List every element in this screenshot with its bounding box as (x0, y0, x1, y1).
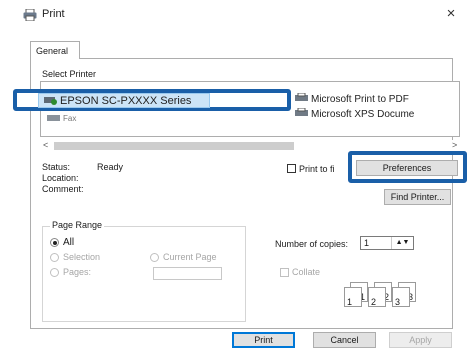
comment-label: Comment: (42, 184, 84, 194)
tab-general[interactable]: General (30, 41, 80, 59)
fax-icon (47, 115, 60, 121)
cancel-button[interactable]: Cancel (313, 332, 376, 348)
scroll-right-icon[interactable]: > (452, 140, 457, 150)
radio-pages[interactable] (50, 268, 59, 277)
page-front: 1 (344, 287, 362, 307)
preferences-highlight (348, 151, 467, 183)
status-label: Status: (42, 162, 71, 172)
printer-icon (23, 9, 37, 21)
printer-item[interactable]: Microsoft XPS Docume (295, 108, 414, 120)
radio-all[interactable] (50, 238, 59, 247)
print-to-file-checkbox[interactable] (287, 164, 296, 173)
spin-updown-icon[interactable]: ▲▼ (391, 237, 413, 249)
printer-default-icon (44, 97, 57, 105)
printer-name: Fax (63, 114, 77, 123)
printer-icon (295, 93, 308, 101)
print-to-file-label: Print to fi (299, 164, 335, 174)
pages-label: Pages: (63, 267, 92, 277)
copies-label: Number of copies: (275, 239, 349, 249)
collate-label: Collate (292, 267, 321, 277)
printer-item[interactable]: Microsoft Print to PDF (295, 93, 409, 105)
collate-checkbox[interactable] (280, 268, 289, 277)
window-title: Print (42, 8, 65, 20)
pages-input[interactable] (153, 267, 222, 280)
page-front: 3 (392, 287, 410, 307)
scroll-left-icon[interactable]: < (43, 140, 48, 150)
page-front: 2 (368, 287, 386, 307)
apply-button[interactable]: Apply (389, 332, 452, 348)
title-bar: Print × (0, 0, 471, 30)
printer-icon (295, 108, 308, 116)
selection-label: Selection (63, 252, 101, 262)
footer: Print Cancel Apply (0, 330, 471, 349)
current-page-label: Current Page (163, 252, 217, 262)
scroll-thumb[interactable] (54, 142, 294, 150)
all-label: All (63, 237, 75, 248)
find-printer-button[interactable]: Find Printer... (384, 189, 451, 205)
copies-stepper[interactable]: 1 ▲▼ (360, 236, 414, 250)
printer-name: Microsoft XPS Docume (311, 109, 415, 120)
print-button[interactable]: Print (232, 332, 295, 348)
status-value: Ready (97, 162, 124, 172)
page-range-title: Page Range (50, 220, 105, 230)
printer-item[interactable]: Fax (47, 112, 76, 123)
radio-current-page[interactable] (150, 253, 159, 262)
close-icon[interactable]: × (443, 5, 459, 23)
select-printer-label: Select Printer (42, 69, 97, 79)
location-label: Location: (42, 173, 79, 183)
printer-name: EPSON SC-PXXXX Series (60, 95, 192, 107)
copies-value: 1 (364, 238, 370, 248)
radio-selection[interactable] (50, 253, 59, 262)
printer-name: Microsoft Print to PDF (311, 94, 409, 105)
selected-printer[interactable]: EPSON SC-PXXXX Series (44, 95, 191, 107)
